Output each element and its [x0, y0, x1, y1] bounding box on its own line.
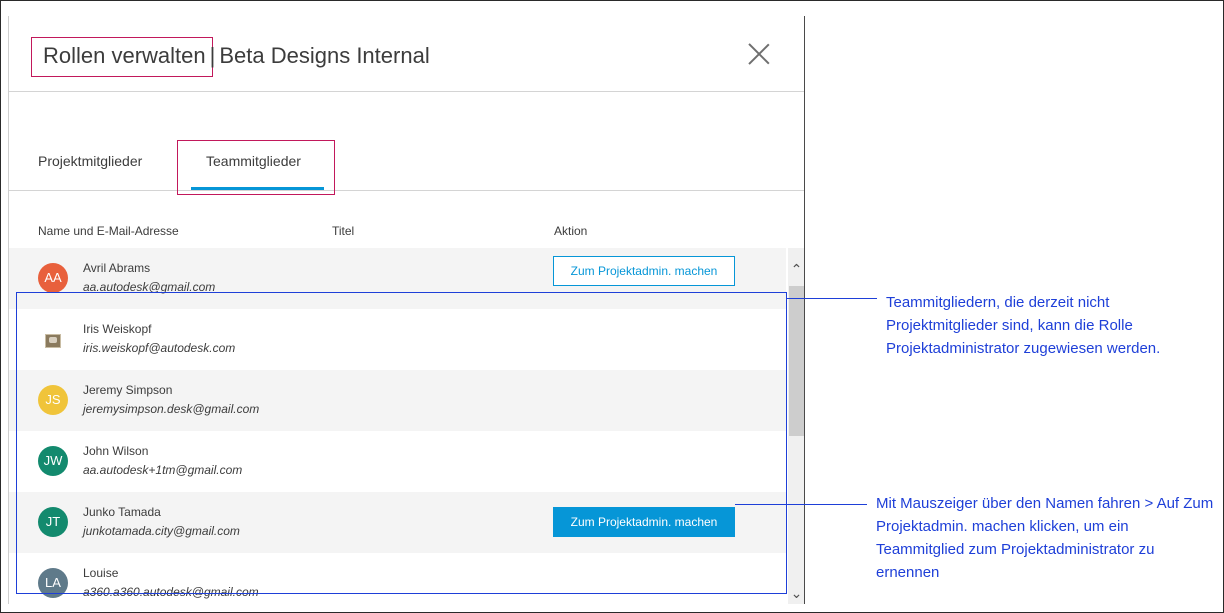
list-scrollbar[interactable]: ⌃ ⌄ [788, 248, 805, 604]
make-project-admin-button[interactable]: Zum Projektadmin. machen [553, 256, 735, 286]
tab-bar: Projektmitglieder Teammitglieder [8, 140, 805, 195]
dialog-right-border [804, 16, 805, 604]
callout-text-2: Mit Mauszeiger über den Namen fahren > A… [876, 495, 1214, 581]
chevron-up-icon[interactable]: ⌃ [788, 260, 805, 278]
column-header-title: Titel [332, 224, 355, 238]
tab-project-members[interactable]: Projektmitglieder [38, 153, 142, 169]
title-separator: | [209, 43, 216, 68]
callout-text-1: Teammitgliedern, die derzeit nicht Proje… [886, 294, 1161, 357]
dialog-left-border [8, 16, 9, 604]
column-header-name: Name und E-Mail-Adresse [38, 224, 179, 238]
dialog-title: Rollen verwalten | Beta Designs Internal [43, 43, 430, 69]
close-icon[interactable] [748, 43, 770, 65]
member-name: Avril Abrams [83, 261, 151, 275]
column-header-action: Aktion [554, 224, 588, 238]
dialog-subtitle: Beta Designs Internal [219, 43, 430, 68]
scrollbar-thumb[interactable] [789, 286, 804, 436]
chevron-down-icon[interactable]: ⌄ [788, 584, 805, 602]
team-members-highlight-box [16, 292, 787, 594]
dialog-header: Rollen verwalten | Beta Designs Internal [8, 16, 805, 92]
avatar: AA [38, 263, 68, 293]
callout-connector-1 [787, 298, 877, 299]
callout-connector-2 [735, 504, 867, 505]
tab-highlight-box [177, 140, 335, 195]
dialog-title-main: Rollen verwalten [43, 43, 206, 68]
